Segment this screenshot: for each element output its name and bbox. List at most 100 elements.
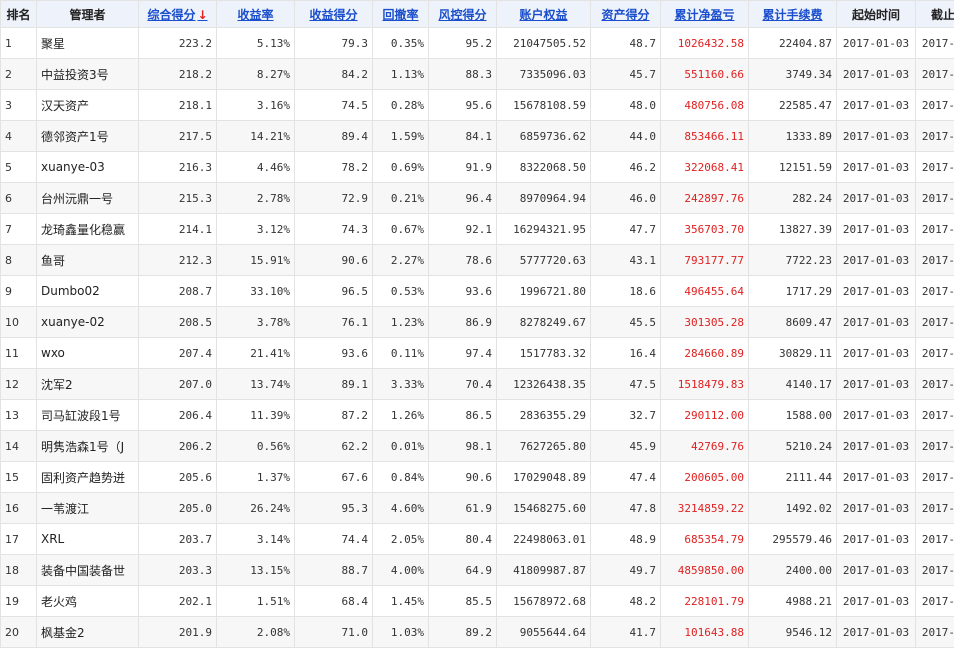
col-equity[interactable]: 账户权益 <box>497 1 591 28</box>
row-asset-score: 45.7 <box>591 59 661 90</box>
row-asset-score: 41.7 <box>591 617 661 648</box>
row-end-time: 2017-01-19 <box>916 121 954 152</box>
table-row: 6台州沅鼎一号215.32.78%72.90.21%96.48970964.94… <box>1 183 954 214</box>
row-return-rate: 1.51% <box>217 586 295 617</box>
row-equity: 2836355.29 <box>497 400 591 431</box>
row-cum-fee: 282.24 <box>749 183 837 214</box>
row-manager: wxo <box>37 338 139 369</box>
row-return-score: 95.3 <box>295 493 373 524</box>
table-row: 8鱼哥212.315.91%90.62.27%78.65777720.6343.… <box>1 245 954 276</box>
row-asset-score: 46.0 <box>591 183 661 214</box>
row-total-score: 223.2 <box>139 28 217 59</box>
row-return-score: 84.2 <box>295 59 373 90</box>
row-asset-score: 48.2 <box>591 586 661 617</box>
row-start-time: 2017-01-03 <box>837 617 916 648</box>
row-end-time: 2017-01-19 <box>916 617 954 648</box>
row-cum-fee: 12151.59 <box>749 152 837 183</box>
row-drawdown: 1.13% <box>373 59 429 90</box>
row-return-rate: 26.24% <box>217 493 295 524</box>
col-total-score-label: 综合得分 <box>147 8 195 22</box>
row-return-score: 74.5 <box>295 90 373 121</box>
row-return-score: 89.1 <box>295 369 373 400</box>
row-equity: 9055644.64 <box>497 617 591 648</box>
row-cum-fee: 30829.11 <box>749 338 837 369</box>
col-risk-score[interactable]: 风控得分 <box>429 1 497 28</box>
row-cum-fee: 1588.00 <box>749 400 837 431</box>
row-equity: 12326438.35 <box>497 369 591 400</box>
row-manager: 司马缸波段1号 <box>37 400 139 431</box>
row-start-time: 2017-01-03 <box>837 586 916 617</box>
col-asset-score[interactable]: 资产得分 <box>591 1 661 28</box>
row-start-time: 2017-01-03 <box>837 307 916 338</box>
row-return-rate: 8.27% <box>217 59 295 90</box>
row-end-time: 2017-01-19 <box>916 59 954 90</box>
row-equity: 8278249.67 <box>497 307 591 338</box>
row-return-rate: 3.16% <box>217 90 295 121</box>
ranking-table: 排名 管理者 综合得分↓ 收益率 收益得分 回撤率 风控得分 账户权益 资产得分… <box>0 0 954 648</box>
row-rank: 10 <box>1 307 37 338</box>
row-drawdown: 0.53% <box>373 276 429 307</box>
row-manager: 固利资产趋势迸 <box>37 462 139 493</box>
row-equity: 8970964.94 <box>497 183 591 214</box>
col-cum-fee[interactable]: 累计手续费 <box>749 1 837 28</box>
row-manager: xuanye-03 <box>37 152 139 183</box>
row-return-rate: 0.56% <box>217 431 295 462</box>
row-return-rate: 2.08% <box>217 617 295 648</box>
row-return-rate: 14.21% <box>217 121 295 152</box>
row-start-time: 2017-01-03 <box>837 152 916 183</box>
row-total-score: 216.3 <box>139 152 217 183</box>
row-start-time: 2017-01-03 <box>837 121 916 152</box>
row-manager: 枫基金2 <box>37 617 139 648</box>
row-cum-pnl: 1518479.83 <box>661 369 749 400</box>
table-row: 16一苇渡江205.026.24%95.34.60%61.915468275.6… <box>1 493 954 524</box>
row-manager: 汉天资产 <box>37 90 139 121</box>
row-asset-score: 47.8 <box>591 493 661 524</box>
row-rank: 18 <box>1 555 37 586</box>
row-asset-score: 47.7 <box>591 214 661 245</box>
row-drawdown: 0.11% <box>373 338 429 369</box>
row-cum-fee: 2111.44 <box>749 462 837 493</box>
row-return-rate: 1.37% <box>217 462 295 493</box>
row-cum-pnl: 322068.41 <box>661 152 749 183</box>
table-row: 19老火鸡202.11.51%68.41.45%85.515678972.684… <box>1 586 954 617</box>
row-equity: 17029048.89 <box>497 462 591 493</box>
row-end-time: 2017-01-19 <box>916 214 954 245</box>
row-cum-pnl: 228101.79 <box>661 586 749 617</box>
row-cum-pnl: 496455.64 <box>661 276 749 307</box>
row-manager: Dumbo02 <box>37 276 139 307</box>
row-drawdown: 0.01% <box>373 431 429 462</box>
table-row: 9Dumbo02208.733.10%96.50.53%93.61996721.… <box>1 276 954 307</box>
row-end-time: 2017-01-19 <box>916 276 954 307</box>
row-cum-pnl: 3214859.22 <box>661 493 749 524</box>
row-cum-pnl: 480756.08 <box>661 90 749 121</box>
col-return-rate[interactable]: 收益率 <box>217 1 295 28</box>
row-total-score: 202.1 <box>139 586 217 617</box>
row-cum-pnl: 356703.70 <box>661 214 749 245</box>
row-cum-pnl: 853466.11 <box>661 121 749 152</box>
row-start-time: 2017-01-03 <box>837 183 916 214</box>
col-end-time: 截止时间 <box>916 1 954 28</box>
row-asset-score: 49.7 <box>591 555 661 586</box>
row-drawdown: 4.60% <box>373 493 429 524</box>
row-return-score: 68.4 <box>295 586 373 617</box>
row-cum-fee: 1717.29 <box>749 276 837 307</box>
row-cum-fee: 7722.23 <box>749 245 837 276</box>
col-total-score[interactable]: 综合得分↓ <box>139 1 217 28</box>
row-equity: 15678972.68 <box>497 586 591 617</box>
row-rank: 6 <box>1 183 37 214</box>
row-cum-pnl: 1026432.58 <box>661 28 749 59</box>
row-manager: 聚星 <box>37 28 139 59</box>
col-drawdown[interactable]: 回撤率 <box>373 1 429 28</box>
row-total-score: 206.4 <box>139 400 217 431</box>
row-total-score: 215.3 <box>139 183 217 214</box>
row-rank: 3 <box>1 90 37 121</box>
row-manager: 装备中国装备世 <box>37 555 139 586</box>
row-end-time: 2017-01-19 <box>916 183 954 214</box>
row-return-rate: 11.39% <box>217 400 295 431</box>
row-equity: 1517783.32 <box>497 338 591 369</box>
col-start-time: 起始时间 <box>837 1 916 28</box>
row-manager: 一苇渡江 <box>37 493 139 524</box>
col-cum-pnl[interactable]: 累计净盈亏 <box>661 1 749 28</box>
row-start-time: 2017-01-03 <box>837 245 916 276</box>
col-return-score[interactable]: 收益得分 <box>295 1 373 28</box>
